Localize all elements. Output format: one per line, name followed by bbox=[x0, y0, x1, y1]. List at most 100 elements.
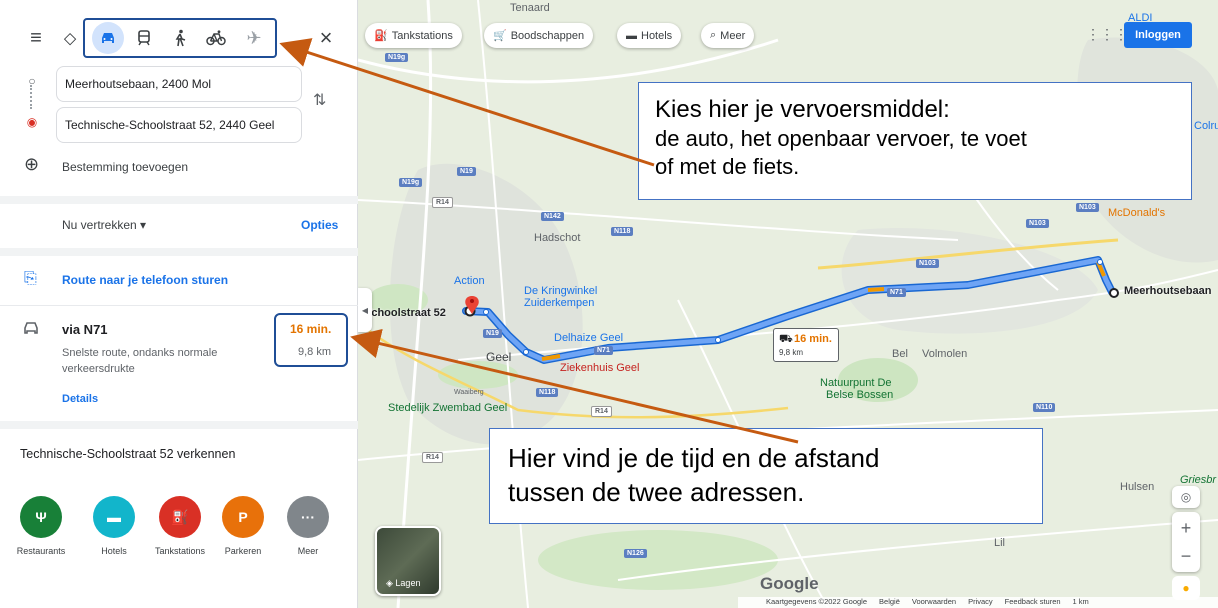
road-shield: N19 bbox=[483, 329, 502, 338]
explore-title: Technische-Schoolstraat 52 verkennen bbox=[20, 447, 236, 461]
google-logo: Google bbox=[760, 574, 819, 593]
footer-terms-link[interactable]: Voorwaarden bbox=[912, 597, 956, 608]
place-label: Zuiderkempen bbox=[524, 297, 595, 309]
road-shield: N103 bbox=[1026, 219, 1049, 228]
poi-meer[interactable]: ··· Meer bbox=[273, 496, 343, 556]
menu-icon[interactable]: ≡ bbox=[20, 22, 52, 54]
parking-icon: P bbox=[222, 496, 264, 538]
depart-time-dropdown[interactable]: Nu vertrekken ▾ bbox=[62, 218, 146, 232]
zoom-out-button[interactable]: − bbox=[1172, 542, 1200, 570]
place-label: Colruyt bbox=[1194, 120, 1218, 132]
my-location-icon[interactable]: ◎ bbox=[1172, 486, 1200, 508]
poi-parkeren[interactable]: P Parkeren bbox=[208, 496, 278, 556]
origin-label: Meerhoutsebaan bbox=[1124, 285, 1212, 297]
place-label: Natuurpunt De bbox=[820, 377, 892, 389]
footer-feedback-link[interactable]: Feedback sturen bbox=[1005, 597, 1061, 608]
road-shield: R14 bbox=[432, 197, 453, 208]
poi-label: Meer bbox=[297, 546, 319, 556]
place-label: Hulsen bbox=[1120, 481, 1155, 493]
road-shield: N19g bbox=[385, 53, 409, 62]
bike-icon[interactable] bbox=[200, 22, 232, 54]
road-shield: N118 bbox=[611, 227, 634, 236]
callout-text: of met de fiets. bbox=[655, 154, 800, 179]
layers-button[interactable]: ◈ Lagen bbox=[375, 526, 441, 596]
callout-text: Hier vind je de tijd en de afstand bbox=[508, 443, 880, 473]
footer-scale: 1 km bbox=[1072, 597, 1089, 606]
place-label: Geel bbox=[486, 350, 512, 364]
details-link[interactable]: Details bbox=[62, 393, 98, 405]
hotel-icon: ▬ bbox=[93, 496, 135, 538]
apps-grid-icon[interactable]: ⋮⋮⋮ bbox=[1086, 26, 1128, 43]
swap-icon[interactable]: ⇅ bbox=[313, 90, 326, 110]
road-shield: N19 bbox=[457, 167, 476, 176]
add-destination-link[interactable]: Bestemming toevoegen bbox=[62, 160, 188, 174]
restaurant-icon: Ψ bbox=[20, 496, 62, 538]
place-label: Volmolen bbox=[922, 348, 968, 360]
place-label: Hadschot bbox=[534, 232, 581, 244]
footer-privacy-link[interactable]: Privacy bbox=[968, 597, 993, 608]
route-name[interactable]: via N71 bbox=[62, 322, 108, 337]
chip-label: Tankstations bbox=[391, 29, 453, 42]
car-icon[interactable] bbox=[92, 22, 124, 54]
map-canvas[interactable]: ⛽ Tankstations 🛒 Boodschappen ▬ Hotels ⌕ Mee… bbox=[358, 0, 1218, 608]
road-shield: N71 bbox=[887, 288, 906, 297]
chip-boodschappen[interactable]: 🛒 Boodschappen bbox=[484, 23, 594, 48]
poi-tankstations[interactable]: ⛽ Tankstations bbox=[145, 496, 215, 556]
place-label: Tenaard bbox=[510, 2, 550, 14]
divider bbox=[0, 196, 358, 204]
train-icon[interactable] bbox=[128, 22, 160, 54]
divider bbox=[0, 421, 358, 429]
poi-hotels[interactable]: ▬ Hotels bbox=[79, 496, 149, 556]
place-label: De Kringwinkel bbox=[524, 285, 598, 297]
place-label: McDonald's bbox=[1108, 207, 1166, 219]
road-shield: R14 bbox=[422, 452, 443, 463]
poi-label: Restaurants bbox=[16, 546, 66, 556]
callout-title: Kies hier je vervoersmiddel: bbox=[655, 96, 950, 123]
layers-label: ◈ Lagen bbox=[386, 578, 421, 588]
hotel-icon: ▬ bbox=[626, 29, 637, 42]
road-shield: N71 bbox=[594, 346, 613, 355]
road-shield: R14 bbox=[591, 406, 612, 417]
place-label: Waaiberg bbox=[454, 389, 484, 396]
travel-mode-bar: ≡ ⬦ ✈ × bbox=[0, 18, 358, 58]
route-description: Snelste route, ondanks normale verkeersd… bbox=[62, 347, 218, 375]
route-dots bbox=[30, 85, 33, 109]
chip-meer[interactable]: ⌕ Meer bbox=[701, 23, 755, 48]
bubble-time: 16 min. bbox=[794, 333, 832, 345]
poi-label: Tankstations bbox=[154, 546, 206, 556]
chip-tankstations[interactable]: ⛽ Tankstations bbox=[365, 23, 462, 48]
bubble-distance: 9,8 km bbox=[779, 348, 804, 357]
gas-station-icon: ⛽ bbox=[159, 496, 201, 538]
place-label: Griesbr bbox=[1180, 474, 1217, 486]
road-shield: N118 bbox=[536, 388, 559, 397]
login-button[interactable]: Inloggen bbox=[1124, 22, 1192, 48]
chip-label: Meer bbox=[720, 29, 746, 42]
destination-input[interactable]: Technische-Schoolstraat 52, 2440 Geel bbox=[56, 107, 302, 143]
destination-pin-icon: ◉ bbox=[26, 115, 38, 129]
send-to-phone-link[interactable]: Route naar je telefoon sturen bbox=[62, 273, 228, 287]
chip-label: Hotels bbox=[641, 29, 673, 42]
divider bbox=[0, 248, 358, 256]
map-footer: Kaartgegevens ©2022 Google België Voorwa… bbox=[738, 597, 1218, 608]
walk-icon[interactable] bbox=[164, 22, 196, 54]
chip-label: Boodschappen bbox=[510, 29, 585, 42]
options-button[interactable]: Opties bbox=[301, 218, 338, 232]
poi-restaurants[interactable]: Ψ Restaurants bbox=[6, 496, 76, 556]
add-destination-icon[interactable]: ⊕ bbox=[24, 154, 39, 175]
road-shield: N110 bbox=[1033, 403, 1056, 412]
send-to-phone-icon[interactable]: ⎘ bbox=[24, 270, 37, 288]
annotation-callout-travel-mode: Kies hier je vervoersmiddel: de auto, he… bbox=[638, 82, 1192, 200]
plane-icon[interactable]: ✈ bbox=[238, 22, 270, 54]
origin-input[interactable]: Meerhoutsebaan, 2400 Mol bbox=[56, 66, 302, 102]
collapse-panel-button[interactable]: ◀ bbox=[358, 288, 372, 332]
directions-icon[interactable]: ⬦ bbox=[54, 22, 86, 54]
road-shield: N103 bbox=[1076, 203, 1099, 212]
annotation-callout-time-distance: Hier vind je de tijd en de afstand tusse… bbox=[489, 428, 1043, 524]
close-icon[interactable]: × bbox=[310, 22, 342, 54]
zoom-in-button[interactable]: + bbox=[1172, 514, 1200, 542]
route-info-bubble[interactable]: ⛟ 16 min. 9,8 km bbox=[773, 328, 839, 362]
road-shield: N19g bbox=[399, 178, 423, 187]
footer-country: België bbox=[879, 597, 900, 606]
chip-hotels[interactable]: ▬ Hotels bbox=[617, 23, 682, 48]
callout-text: de auto, het openbaar vervoer, te voet bbox=[655, 126, 1027, 151]
